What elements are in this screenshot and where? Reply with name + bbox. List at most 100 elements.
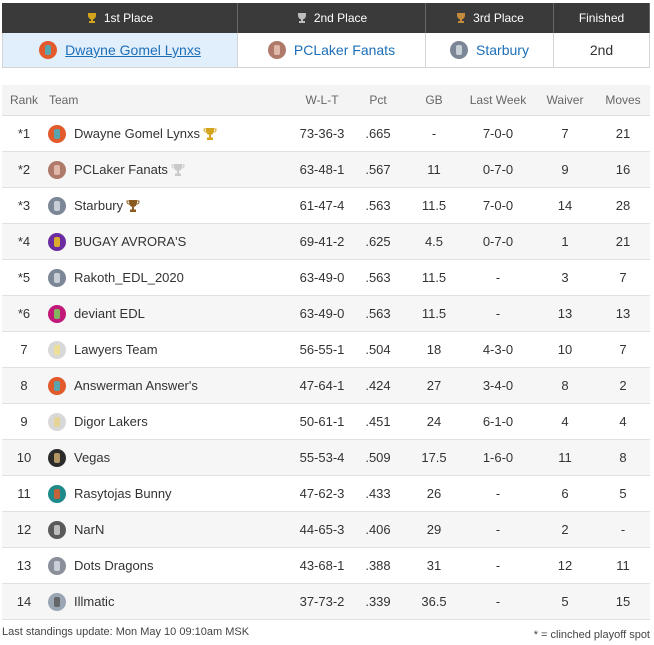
wlt-cell: 37-73-2 bbox=[294, 583, 350, 620]
waiver-cell: 1 bbox=[534, 223, 596, 260]
col-waiver-header[interactable]: Waiver bbox=[534, 85, 596, 116]
team-link[interactable]: Digor Lakers bbox=[48, 412, 294, 431]
moves-cell: 11 bbox=[596, 547, 650, 584]
team-cell: Answerman Answer's bbox=[46, 367, 294, 404]
team-link[interactable]: Vegas bbox=[48, 448, 294, 467]
last-week-cell: - bbox=[462, 295, 534, 332]
last-week-cell: 7-0-0 bbox=[462, 115, 534, 152]
team-name: Dwayne Gomel Lynxs bbox=[74, 126, 200, 141]
team-cell: Digor Lakers bbox=[46, 403, 294, 440]
team-avatar-icon bbox=[48, 304, 66, 323]
podium-first-team: Dwayne Gomel Lynxs bbox=[2, 33, 238, 68]
team-link[interactable]: Starbury bbox=[48, 196, 294, 215]
team-avatar-icon bbox=[48, 412, 66, 431]
team-avatar-icon bbox=[39, 41, 58, 59]
moves-cell: 15 bbox=[596, 583, 650, 620]
moves-cell: 7 bbox=[596, 259, 650, 296]
gb-cell: 27 bbox=[406, 367, 462, 404]
team-link[interactable]: deviant EDL bbox=[48, 304, 294, 323]
col-rank-header[interactable]: Rank bbox=[2, 85, 46, 116]
podium-finished-value: 2nd bbox=[554, 33, 650, 68]
team-link[interactable]: Dwayne Gomel Lynxs bbox=[48, 124, 294, 143]
team-avatar-icon bbox=[48, 196, 66, 215]
waiver-cell: 12 bbox=[534, 547, 596, 584]
team-avatar-icon bbox=[48, 484, 66, 503]
podium-first-team-link[interactable]: Dwayne Gomel Lynxs bbox=[65, 42, 201, 58]
last-week-cell: 3-4-0 bbox=[462, 367, 534, 404]
team-avatar-icon bbox=[48, 232, 66, 251]
col-team-header[interactable]: Team bbox=[46, 85, 294, 116]
wlt-cell: 47-64-1 bbox=[294, 367, 350, 404]
team-avatar-icon bbox=[48, 376, 66, 395]
col-last-week-header[interactable]: Last Week bbox=[462, 85, 534, 116]
team-name: NarN bbox=[74, 522, 105, 537]
gb-cell: 4.5 bbox=[406, 223, 462, 260]
rank-cell: 8 bbox=[2, 367, 46, 404]
wlt-cell: 43-68-1 bbox=[294, 547, 350, 584]
waiver-cell: 14 bbox=[534, 187, 596, 224]
table-row: *6 deviant EDL 63-49-0.563 11.5-13 13 bbox=[2, 295, 650, 332]
team-cell: Dots Dragons bbox=[46, 547, 294, 584]
pct-cell: .451 bbox=[350, 403, 406, 440]
team-avatar-icon bbox=[48, 268, 66, 287]
table-row: 14 Illmatic 37-73-2.339 36.5-5 15 bbox=[2, 583, 650, 620]
moves-cell: 2 bbox=[596, 367, 650, 404]
gb-cell: 31 bbox=[406, 547, 462, 584]
podium-header-label: 3rd Place bbox=[473, 11, 524, 25]
team-link[interactable]: Rasytojas Bunny bbox=[48, 484, 294, 503]
clinched-legend: * = clinched playoff spot bbox=[533, 629, 650, 641]
rank-cell: *1 bbox=[2, 115, 46, 152]
pct-cell: .563 bbox=[350, 187, 406, 224]
moves-cell: 21 bbox=[596, 223, 650, 260]
podium-second-team: PCLaker Fanats bbox=[238, 33, 426, 68]
podium-header-1st: 1st Place bbox=[2, 3, 238, 33]
team-link[interactable]: PCLaker Fanats bbox=[48, 160, 294, 179]
pct-cell: .563 bbox=[350, 259, 406, 296]
silver-trophy-icon bbox=[297, 13, 306, 23]
team-link[interactable]: BUGAY AVRORA'S bbox=[48, 232, 294, 251]
wlt-cell: 63-49-0 bbox=[294, 259, 350, 296]
team-link[interactable]: Lawyers Team bbox=[48, 340, 294, 359]
moves-cell: 4 bbox=[596, 403, 650, 440]
podium-second-team-link[interactable]: PCLaker Fanats bbox=[294, 42, 395, 58]
col-gb-header[interactable]: GB bbox=[406, 85, 462, 116]
last-week-cell: 6-1-0 bbox=[462, 403, 534, 440]
table-row: 12 NarN 44-65-3.406 29-2- bbox=[2, 511, 650, 548]
col-moves-header[interactable]: Moves bbox=[596, 85, 650, 116]
rank-cell: *6 bbox=[2, 295, 46, 332]
team-link[interactable]: Rakoth_EDL_2020 bbox=[48, 268, 294, 287]
pct-cell: .424 bbox=[350, 367, 406, 404]
table-row: 10 Vegas 55-53-4.509 17.5 1-6-0 11 8 bbox=[2, 439, 650, 476]
team-link[interactable]: NarN bbox=[48, 520, 294, 539]
team-link[interactable]: Dots Dragons bbox=[48, 556, 294, 575]
waiver-cell: 2 bbox=[534, 511, 596, 548]
last-week-cell: 0-7-0 bbox=[462, 151, 534, 188]
team-name: Illmatic bbox=[74, 594, 115, 609]
podium: 1st Place 2nd Place 3rd Place Finished D… bbox=[2, 3, 650, 68]
gold-trophy-icon bbox=[87, 13, 96, 23]
podium-third-team-link[interactable]: Starbury bbox=[476, 42, 529, 58]
gb-cell: 29 bbox=[406, 511, 462, 548]
moves-cell: 8 bbox=[596, 439, 650, 476]
team-cell: Vegas bbox=[46, 439, 294, 476]
wlt-cell: 56-55-1 bbox=[294, 331, 350, 368]
waiver-cell: 11 bbox=[534, 439, 596, 476]
team-link[interactable]: Answerman Answer's bbox=[48, 376, 294, 395]
col-pct-header[interactable]: Pct bbox=[350, 85, 406, 116]
pct-cell: .625 bbox=[350, 223, 406, 260]
bronze-trophy-icon bbox=[126, 199, 140, 212]
last-week-cell: 0-7-0 bbox=[462, 223, 534, 260]
team-link[interactable]: Illmatic bbox=[48, 592, 294, 611]
last-week-cell: 4-3-0 bbox=[462, 331, 534, 368]
standings-header-row: Rank Team W-L-T Pct GB Last Week Waiver … bbox=[2, 85, 650, 116]
table-row: *5 Rakoth_EDL_2020 63-49-0.563 11.5-3 7 bbox=[2, 259, 650, 296]
last-update-text: Last standings update: Mon May 10 09:10a… bbox=[2, 626, 250, 638]
podium-header-label: 2nd Place bbox=[313, 11, 368, 25]
team-avatar-icon bbox=[48, 592, 66, 611]
rank-cell: *4 bbox=[2, 223, 46, 260]
col-wlt-header[interactable]: W-L-T bbox=[294, 85, 350, 116]
last-week-cell: 1-6-0 bbox=[462, 439, 534, 476]
team-avatar-icon bbox=[450, 41, 469, 59]
wlt-cell: 50-61-1 bbox=[294, 403, 350, 440]
moves-cell: 16 bbox=[596, 151, 650, 188]
